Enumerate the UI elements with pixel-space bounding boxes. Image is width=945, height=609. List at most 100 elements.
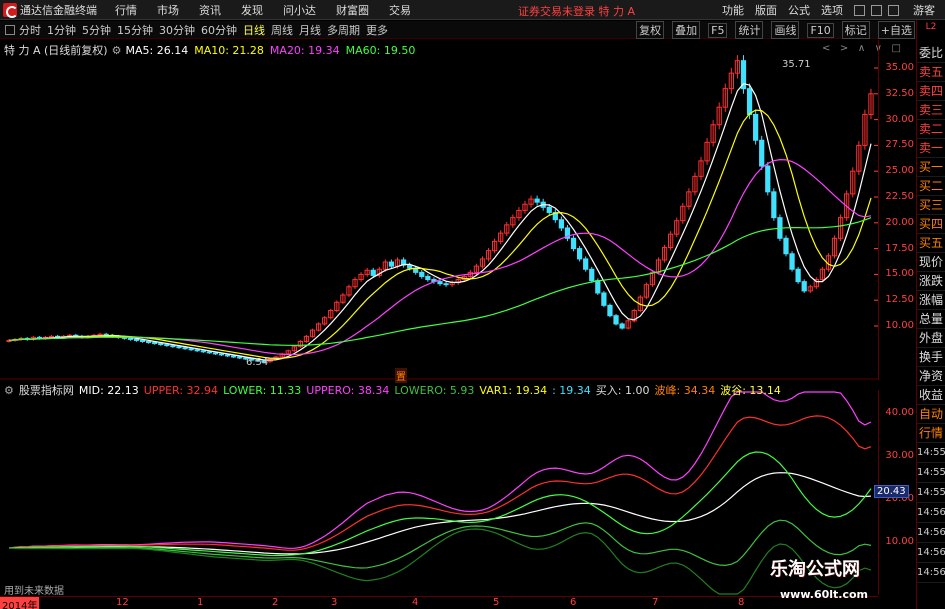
sidebar-item[interactable]: 涨跌	[917, 272, 945, 291]
ma20-value: MA20: 19.34	[269, 43, 340, 57]
close-icon[interactable]	[888, 4, 899, 16]
indicator-gear-icon[interactable]: ⚙	[4, 384, 14, 397]
candle-body	[230, 355, 237, 358]
sidebar-item[interactable]: 净资	[917, 367, 945, 386]
sidebar-item[interactable]: 买二	[917, 177, 945, 196]
date-tick-label: 6	[570, 597, 577, 608]
sidebar-item[interactable]: 收益	[917, 386, 945, 405]
candle-body	[583, 258, 589, 270]
candle-body	[182, 347, 188, 350]
price-tick-label: 20.00	[885, 216, 914, 228]
candle-body	[589, 268, 595, 282]
sidebar-item[interactable]: 卖三	[917, 101, 945, 120]
sidebar-item[interactable]: 换手	[917, 348, 945, 367]
gear-icon[interactable]: ⚙	[112, 44, 122, 57]
candle-body	[370, 269, 376, 276]
watermark-title: 乐淘公式网	[770, 559, 860, 580]
price-tick-label: 15.00	[885, 268, 914, 280]
sidebar-item[interactable]: 现价	[917, 253, 945, 272]
date-tick-label: 7	[652, 597, 659, 608]
sidebar-time: 14:56	[917, 503, 945, 523]
buy-value: 买入: 1.00	[595, 384, 650, 397]
candle-body	[158, 343, 164, 346]
candle-body	[164, 344, 170, 347]
candle-body	[194, 349, 200, 352]
sidebar-item[interactable]: 涨幅	[917, 291, 945, 310]
candle-body	[619, 323, 625, 329]
mid-value: MID: 22.13	[78, 383, 139, 397]
indicator-current-value: 20.43	[874, 485, 909, 498]
uppero-line	[8, 391, 872, 549]
candle-body	[783, 237, 789, 255]
candle-body	[613, 315, 619, 325]
date-tick-label: 5	[493, 597, 500, 608]
price-tick-label: 35.00	[885, 62, 914, 73]
sidebar-item[interactable]: 卖五	[917, 63, 945, 82]
candle-body	[212, 352, 219, 355]
sidebar-item[interactable]: 卖一	[917, 139, 945, 158]
lowero-value: LOWERO: 5.93	[394, 383, 475, 397]
candle-body	[443, 283, 449, 286]
candle-body	[206, 351, 212, 354]
price-tick-label: 12.50	[885, 294, 914, 306]
indicator-tick-label: 40.00	[885, 407, 914, 418]
candle-body	[789, 253, 795, 270]
sidebar-item[interactable]: 外盘	[917, 329, 945, 348]
candle-body	[576, 248, 583, 260]
candle-body	[546, 206, 552, 213]
ma5-value: MA5: 26.14	[125, 43, 189, 57]
date-tick-label: 1	[197, 597, 204, 608]
candle-body	[765, 165, 771, 193]
chart-tag: 置	[395, 368, 407, 383]
year-label: 2014年	[0, 597, 40, 609]
indicator-tick-label: 10.00	[885, 536, 914, 547]
indicator-tick-label: 30.00	[885, 450, 914, 461]
sidebar-item[interactable]: 委比	[917, 44, 945, 63]
chart-canvas[interactable]	[0, 0, 878, 596]
sidebar-item[interactable]: 买三	[917, 196, 945, 215]
sidebar-time: 14:55	[917, 463, 945, 483]
sidebar-time: 14:55	[917, 443, 945, 463]
date-tick-label: 4	[412, 597, 419, 608]
indicator-name[interactable]: 股票指标网	[19, 382, 74, 398]
sidebar-time: 14:56	[917, 543, 945, 563]
date-tick-label: 12	[116, 597, 129, 608]
sidebar-time: 14:55	[917, 483, 945, 503]
sidebar-item[interactable]: 买五	[917, 234, 945, 253]
level2-badge[interactable]: L2	[917, 20, 945, 44]
candle-body	[237, 356, 243, 359]
candle-body	[437, 281, 443, 285]
candle-body	[534, 198, 540, 203]
upper-line	[8, 415, 872, 551]
min-price-label: 6.54	[246, 357, 269, 368]
sidebar-auto-item[interactable]: 自动	[917, 405, 945, 424]
candle-body	[139, 339, 146, 342]
sidebar-item[interactable]: 卖二	[917, 120, 945, 139]
ma10-line	[8, 109, 872, 360]
watermark-url: www.60lt.com	[780, 588, 869, 601]
stock-title[interactable]: 特 力 A (日线前复权)	[4, 42, 108, 58]
ma60-value: MA60: 19.50	[345, 43, 416, 57]
sidebar-item[interactable]: 买一	[917, 158, 945, 177]
date-tick-label: 3	[331, 597, 338, 608]
sidebar-time: 14:56	[917, 563, 945, 583]
candle-body	[601, 292, 607, 306]
sidebar-auto-item[interactable]: 行情	[917, 424, 945, 443]
candle-body	[388, 261, 395, 267]
sidebar-item[interactable]: 买四	[917, 215, 945, 234]
var1b-value: : 19.34	[552, 383, 591, 397]
ma20-line	[8, 158, 872, 356]
candle-body	[801, 281, 807, 292]
tool-add-watchlist[interactable]: +自选	[877, 21, 915, 39]
sidebar-item[interactable]: 总量	[917, 310, 945, 329]
candle-body	[419, 271, 425, 277]
candle-body	[746, 88, 753, 115]
var1-value: VAR1: 19.34	[479, 383, 548, 397]
candle-body	[795, 268, 801, 283]
sidebar-item[interactable]: 卖四	[917, 82, 945, 101]
candle-body	[425, 275, 431, 281]
guest-user[interactable]: 游客	[913, 2, 935, 18]
candle-body	[759, 139, 765, 167]
candle-body	[146, 340, 152, 344]
lowero-line	[8, 528, 872, 595]
